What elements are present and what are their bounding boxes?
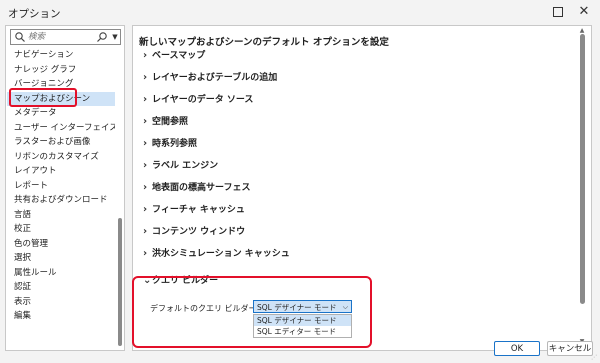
chevron-right-icon: › — [143, 182, 148, 193]
chevron-right-icon: › — [143, 248, 148, 259]
section-header[interactable]: › ベースマップ — [143, 49, 205, 63]
section-header[interactable]: › 洪水シミュレーション キャッシュ — [143, 247, 290, 261]
section-header[interactable]: › 時系列参照 — [143, 137, 197, 151]
title-bar: オプション ✕ — [0, 0, 600, 26]
resize-grip-icon[interactable]: ⋰ — [591, 354, 599, 362]
sidebar-item[interactable]: リボンのカスタマイズ — [7, 150, 115, 165]
chevron-down-icon[interactable]: ▼ — [110, 30, 120, 44]
window-title: オプション — [8, 8, 61, 20]
section-label: コンテンツ ウィンドウ — [152, 227, 246, 237]
search-input[interactable] — [28, 30, 90, 44]
section-label: 空間参照 — [152, 117, 189, 127]
chevron-down-icon: ⌵ — [342, 303, 348, 311]
chevron-right-icon: › — [143, 138, 148, 149]
section-label: レイヤーおよびテーブルの追加 — [152, 73, 278, 83]
panel-scrollbar[interactable] — [580, 34, 585, 324]
sidebar-item[interactable]: レポート — [7, 179, 115, 194]
section-label: 地表面の標高サーフェス — [152, 183, 251, 193]
find-icon[interactable] — [96, 31, 108, 43]
section-label: フィーチャ キャッシュ — [152, 205, 245, 215]
section-header[interactable]: › レイヤーおよびテーブルの追加 — [143, 71, 277, 85]
panel-heading: 新しいマップおよびシーンのデフォルト オプションを設定 — [139, 37, 389, 48]
sidebar-item[interactable]: 編集 — [7, 309, 115, 324]
ok-button[interactable]: OK — [494, 341, 540, 356]
section-header[interactable]: › ラベル エンジン — [143, 159, 218, 173]
highlight-box-sidebar — [9, 88, 77, 107]
section-label: レイヤーのデータ ソース — [152, 95, 254, 105]
search-icon — [15, 32, 25, 42]
chevron-right-icon: › — [143, 72, 148, 83]
maximize-icon — [553, 7, 563, 17]
section-header[interactable]: › コンテンツ ウィンドウ — [143, 225, 245, 239]
sidebar-item[interactable]: 共有およびダウンロード — [7, 193, 115, 208]
chevron-right-icon: › — [143, 226, 148, 237]
sidebar-scroll-thumb[interactable] — [118, 218, 122, 346]
scroll-up-icon[interactable]: ▲ — [577, 27, 587, 34]
section-header[interactable]: › 空間参照 — [143, 115, 188, 129]
chevron-right-icon: › — [143, 160, 148, 171]
section-label: 洪水シミュレーション キャッシュ — [152, 249, 290, 259]
chevron-right-icon: › — [143, 204, 148, 215]
sidebar-item[interactable]: 表示 — [7, 295, 115, 310]
dropdown-options: SQL デザイナー モード SQL エディター モード — [253, 314, 352, 338]
sidebar-item[interactable]: 色の管理 — [7, 237, 115, 252]
dropdown-option[interactable]: SQL デザイナー モード — [254, 315, 351, 326]
sidebar-item[interactable]: 校正 — [7, 222, 115, 237]
sidebar-scrollbar[interactable] — [118, 48, 122, 346]
panel-scroll-thumb[interactable] — [580, 34, 585, 304]
options-sidebar: ▼ ナビゲーションナレッジ グラフバージョニングマップおよびシーンメタデータユー… — [5, 25, 125, 351]
section-header[interactable]: › フィーチャ キャッシュ — [143, 203, 245, 217]
query-builder-mode-select[interactable]: SQL デザイナー モード ⌵ — [253, 300, 352, 313]
sidebar-item[interactable]: メタデータ — [7, 106, 115, 121]
sidebar-item[interactable]: ユーザー インターフェイス — [7, 121, 115, 136]
chevron-right-icon: › — [143, 94, 148, 105]
sidebar-item[interactable]: 選択 — [7, 251, 115, 266]
sidebar-item[interactable]: ラスターおよび画像 — [7, 135, 115, 150]
sidebar-item[interactable]: ナレッジ グラフ — [7, 63, 115, 78]
sidebar-item[interactable]: レイアウト — [7, 164, 115, 179]
section-header[interactable]: › レイヤーのデータ ソース — [143, 93, 253, 107]
sidebar-item[interactable]: 言語 — [7, 208, 115, 223]
chevron-right-icon: › — [143, 116, 148, 127]
section-label: ベースマップ — [152, 51, 206, 61]
close-button[interactable]: ✕ — [572, 2, 596, 22]
close-icon: ✕ — [578, 4, 590, 19]
section-header[interactable]: › 地表面の標高サーフェス — [143, 181, 250, 195]
chevron-right-icon: › — [143, 50, 148, 61]
section-label: 時系列参照 — [152, 139, 198, 149]
maximize-button[interactable] — [546, 2, 570, 22]
section-label: ラベル エンジン — [152, 161, 219, 171]
sidebar-item[interactable]: 認証 — [7, 280, 115, 295]
dropdown-option[interactable]: SQL エディター モード — [254, 326, 351, 337]
cancel-button[interactable]: キャンセル — [547, 341, 593, 356]
sidebar-item[interactable]: ナビゲーション — [7, 48, 115, 63]
select-value: SQL デザイナー モード — [257, 303, 337, 312]
sidebar-item[interactable]: 属性ルール — [7, 266, 115, 281]
search-box[interactable]: ▼ — [10, 29, 121, 45]
